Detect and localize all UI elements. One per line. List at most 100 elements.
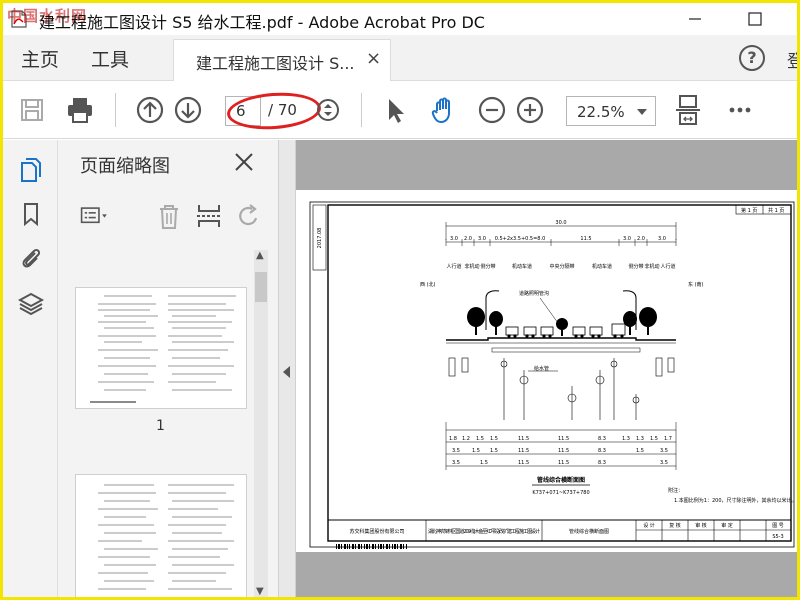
- thumbnail-toolbar: [58, 184, 278, 246]
- maximize-icon[interactable]: [741, 7, 769, 31]
- lane-label: 人行道: [446, 263, 461, 270]
- hand-tool-icon[interactable]: [427, 93, 461, 127]
- page-thumbnail[interactable]: [75, 287, 247, 409]
- help-icon[interactable]: ?: [739, 45, 765, 71]
- dimension-row: 11.5: [558, 436, 569, 442]
- signin-link[interactable]: 登: [787, 47, 797, 72]
- dimension-row: 3.5: [660, 460, 668, 466]
- note-title: 附注：: [668, 487, 683, 494]
- dimension-row: 11.5: [558, 460, 569, 466]
- segment-label: 2.0: [637, 236, 645, 242]
- dimension-row: 11.5: [518, 460, 529, 466]
- toolbar-divider: [361, 93, 362, 127]
- sheet-number: 第 1 页: [741, 207, 757, 214]
- print-icon[interactable]: [63, 93, 97, 127]
- company-name: 苏交科集团股份有限公司: [349, 528, 404, 535]
- dimension-row: 1.5: [650, 436, 658, 442]
- lane-label: 非机动: [644, 263, 659, 270]
- document-tab-label: 建工程施工图设计 S...: [196, 54, 355, 73]
- home-menu[interactable]: 主页: [21, 45, 59, 72]
- cross-section-drawing: 2017.08 第 1 页 共 1 页 30.0 3.0 2.0 3.0 0.5…: [309, 201, 797, 549]
- app-window: 中国水利网 建工程施工图设计 S5 给水工程.pdf - Adobe Acrob…: [0, 0, 800, 600]
- select-cursor-icon[interactable]: [377, 93, 411, 127]
- dimension-row: 3.5: [660, 448, 668, 454]
- dimension-row: 1.2: [462, 436, 470, 442]
- main-toolbar: 6 / 70 22.5%: [3, 81, 797, 139]
- zoom-value: 22.5%: [577, 103, 625, 121]
- thumbnail-text-preview: [90, 295, 236, 403]
- sheet-total: 共 1 页: [768, 207, 784, 214]
- dimension-row: 1.5: [472, 448, 480, 454]
- prev-page-icon[interactable]: [133, 93, 167, 127]
- document-view[interactable]: 2017.08 第 1 页 共 1 页 30.0 3.0 2.0 3.0 0.5…: [296, 140, 797, 597]
- page-thumbnail[interactable]: [75, 474, 247, 597]
- bookmark-icon[interactable]: [17, 200, 45, 228]
- direction-right: 东 (南): [688, 281, 704, 288]
- segment-label: 11.5: [580, 236, 591, 242]
- document-tab[interactable]: 建工程施工图设计 S... ×: [173, 39, 391, 81]
- segment-label: 3.0: [623, 236, 631, 242]
- dimension-row: 1.3: [622, 436, 630, 442]
- sign-header: 复 核: [669, 522, 681, 529]
- sign-header: 设 计: [643, 522, 655, 529]
- sign-header: 审 定: [721, 522, 733, 529]
- section-title: 管线综合横断面图: [537, 476, 585, 484]
- scrollbar-thumb[interactable]: [255, 272, 267, 302]
- next-page-icon[interactable]: [171, 93, 205, 127]
- zoom-dropdown[interactable]: 22.5%: [566, 96, 656, 126]
- dimension-row: 1.8: [449, 436, 457, 442]
- thumbnail-scrollbar[interactable]: ▲ ▼: [254, 250, 268, 597]
- chevron-down-icon: [637, 109, 647, 115]
- layers-icon[interactable]: [17, 290, 45, 318]
- scroll-up-icon[interactable]: ▲: [256, 250, 264, 261]
- minimize-icon[interactable]: [681, 7, 709, 31]
- lane-label: 人行道: [660, 263, 675, 270]
- title-bar: 中国水利网 建工程施工图设计 S5 给水工程.pdf - Adobe Acrob…: [3, 3, 797, 35]
- drawing-name: 管线综合横断面图: [569, 528, 609, 535]
- sign-header: 审 核: [695, 522, 707, 529]
- dimension-row: 1.5: [490, 448, 498, 454]
- dimension-row: 1.5: [476, 436, 484, 442]
- water-main-label: 给水管: [534, 365, 549, 372]
- insert-page-icon[interactable]: [194, 202, 224, 230]
- more-icon[interactable]: [723, 93, 757, 127]
- window-title: 建工程施工图设计 S5 给水工程.pdf - Adobe Acrobat Pro…: [39, 13, 485, 32]
- zoom-in-icon[interactable]: [513, 93, 547, 127]
- zoom-out-icon[interactable]: [475, 93, 509, 127]
- save-icon[interactable]: [15, 93, 49, 127]
- scroll-down-icon[interactable]: ▼: [256, 586, 264, 597]
- direction-left: 西 (北): [420, 281, 436, 288]
- attachment-icon[interactable]: [17, 244, 45, 272]
- rotate-page-icon[interactable]: [234, 202, 264, 230]
- segment-label: 3.0: [658, 236, 666, 242]
- thumbnail-page-label: 1: [156, 418, 165, 434]
- dimension-row: 11.5: [558, 448, 569, 454]
- segment-label: 2.0: [464, 236, 472, 242]
- thumbnail-options-icon[interactable]: [80, 202, 110, 230]
- total-width-label: 30.0: [555, 220, 566, 226]
- sign-header: 图 号: [772, 523, 784, 529]
- tools-menu[interactable]: 工具: [91, 45, 129, 72]
- dimension-row: 1.5: [636, 448, 644, 454]
- scroll-mode-icon[interactable]: [671, 93, 705, 127]
- thumbnail-panel: 页面缩略图 1 ▲ ▼: [58, 140, 278, 597]
- dimension-row: 3.5: [452, 448, 460, 454]
- page-stepper-icon[interactable]: [311, 93, 345, 127]
- page-thumbnails-icon[interactable]: [17, 156, 45, 184]
- lane-label: 非机动: [464, 263, 479, 270]
- dimension-row: 1.3: [636, 436, 644, 442]
- collapse-panel-icon[interactable]: [283, 366, 290, 378]
- barcode: [336, 544, 407, 549]
- delete-page-icon[interactable]: [154, 202, 184, 230]
- menu-bar: 主页 工具 建工程施工图设计 S... × ? 登: [3, 35, 797, 81]
- dimension-row: 8.3: [598, 460, 606, 466]
- stamp-text: 2017.08: [317, 228, 323, 249]
- lane-label: 侧分带: [628, 263, 643, 270]
- dimension-row: 8.3: [598, 448, 606, 454]
- panel-splitter[interactable]: [278, 140, 296, 597]
- lane-label: 侧分带: [480, 263, 495, 270]
- close-tab-icon[interactable]: ×: [366, 48, 381, 69]
- navigation-rail: [3, 140, 58, 597]
- dimension-row: 11.5: [518, 448, 529, 454]
- close-icon[interactable]: [232, 150, 256, 174]
